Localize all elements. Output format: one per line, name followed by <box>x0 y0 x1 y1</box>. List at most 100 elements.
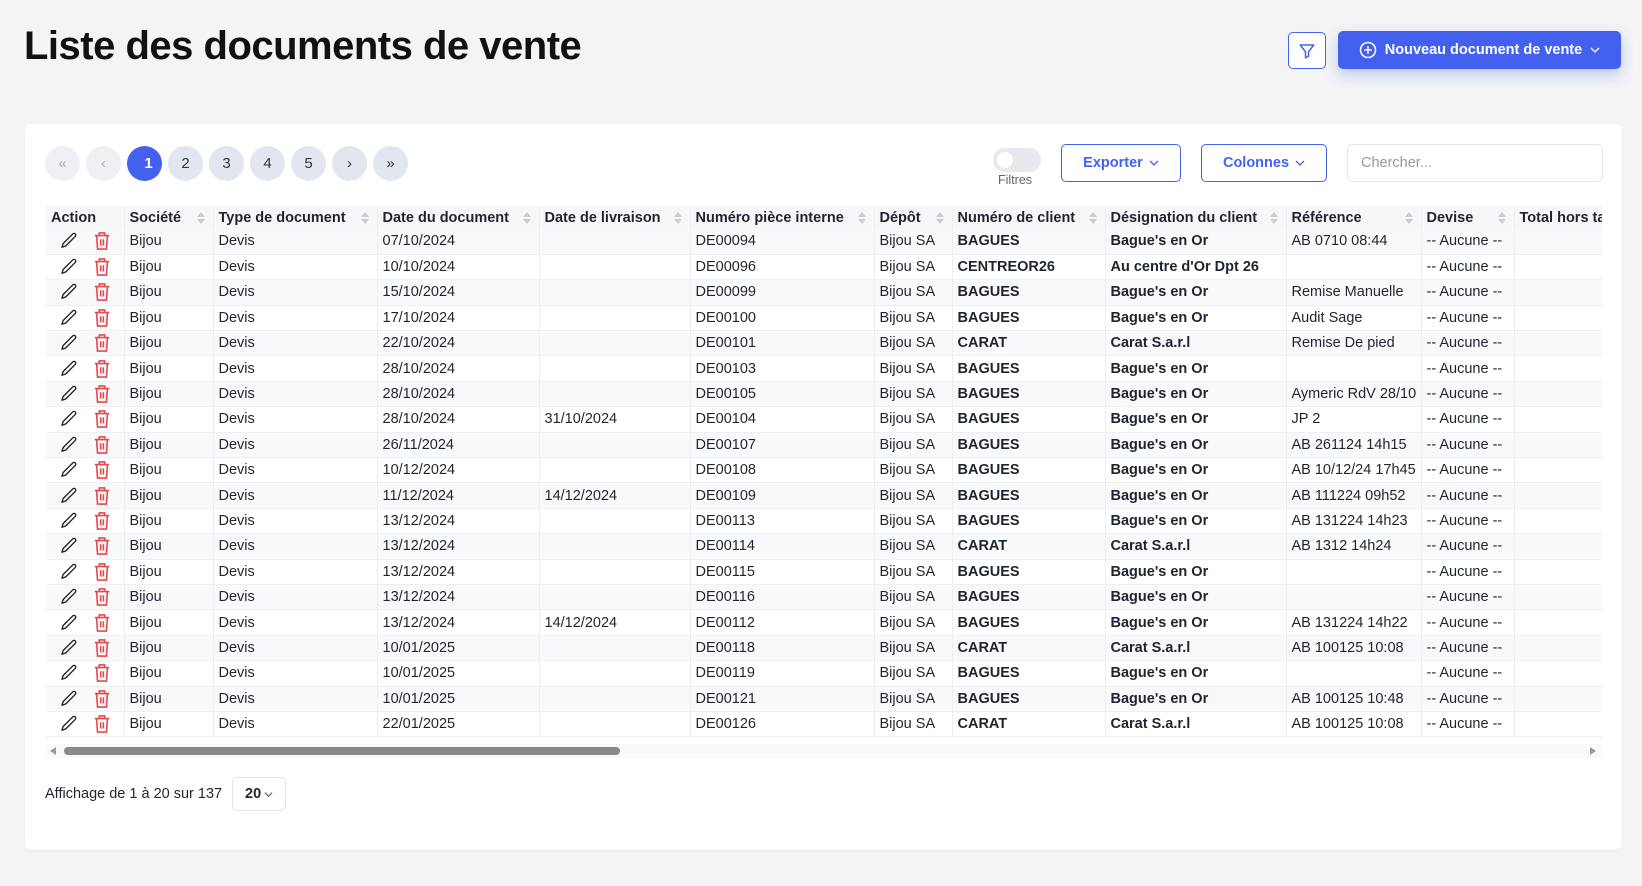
sort-icon[interactable] <box>857 212 866 224</box>
edit-icon[interactable] <box>59 613 79 633</box>
scrollbar-thumb[interactable] <box>64 747 620 755</box>
edit-icon[interactable] <box>59 257 79 277</box>
horizontal-scrollbar[interactable] <box>46 744 1602 758</box>
last-page-button[interactable]: » <box>373 146 408 181</box>
delete-icon[interactable] <box>93 231 111 251</box>
filters-toggle[interactable] <box>993 148 1041 172</box>
delete-icon[interactable] <box>93 486 111 506</box>
edit-icon[interactable] <box>59 435 79 455</box>
delete-icon[interactable] <box>93 460 111 480</box>
table-row[interactable]: Bijou Devis 28/10/2024 DE00103 Bijou SA BAGUE… <box>46 355 1602 382</box>
edit-icon[interactable] <box>59 511 79 531</box>
table-row[interactable]: Bijou Devis 10/10/2024 DE00096 Bijou SA CENTR… <box>46 254 1602 281</box>
delete-icon[interactable] <box>93 333 111 353</box>
edit-icon[interactable] <box>59 562 79 582</box>
column-header[interactable]: Total hors ta <box>1514 206 1602 229</box>
columns-button[interactable]: Colonnes <box>1201 144 1327 182</box>
table-row[interactable]: Bijou Devis 17/10/2024 DE00100 Bijou SA BAGUE… <box>46 305 1602 332</box>
sort-icon[interactable] <box>360 212 369 224</box>
delete-icon[interactable] <box>93 308 111 328</box>
delete-icon[interactable] <box>93 409 111 429</box>
table-row[interactable]: Bijou Devis 28/10/2024 DE00105 Bijou SA BAGUE… <box>46 381 1602 408</box>
sort-icon[interactable] <box>1088 212 1097 224</box>
delete-icon[interactable] <box>93 384 111 404</box>
prev-page-button[interactable]: ‹ <box>86 146 121 181</box>
edit-icon[interactable] <box>59 460 79 480</box>
edit-icon[interactable] <box>59 714 79 734</box>
table-row[interactable]: Bijou Devis 26/11/2024 DE00107 Bijou SA BAGUE… <box>46 432 1602 459</box>
edit-icon[interactable] <box>59 384 79 404</box>
edit-icon[interactable] <box>59 663 79 683</box>
table-row[interactable]: Bijou Devis 13/12/2024 DE00113 Bijou SA BAGUE… <box>46 508 1602 535</box>
search-input[interactable] <box>1347 144 1603 182</box>
table-row[interactable]: Bijou Devis 10/01/2025 DE00118 Bijou SA CARAT… <box>46 635 1602 662</box>
edit-icon[interactable] <box>59 282 79 302</box>
delete-icon[interactable] <box>93 638 111 658</box>
page-3-button[interactable]: 3 <box>209 146 244 181</box>
column-header[interactable]: Numéro de client <box>952 206 1106 229</box>
delete-icon[interactable] <box>93 511 111 531</box>
page-size-select[interactable]: 20 <box>232 777 287 811</box>
column-header[interactable]: Date du document <box>377 206 540 229</box>
sort-icon[interactable] <box>935 212 944 224</box>
column-header[interactable]: Société <box>124 206 214 229</box>
table-row[interactable]: Bijou Devis 13/12/2024 DE00116 Bijou SA BAGUE… <box>46 584 1602 611</box>
sort-icon[interactable] <box>196 212 205 224</box>
delete-icon[interactable] <box>93 257 111 277</box>
edit-icon[interactable] <box>59 536 79 556</box>
table-row[interactable]: Bijou Devis 22/01/2025 DE00126 Bijou SA CARAT… <box>46 711 1602 738</box>
edit-icon[interactable] <box>59 409 79 429</box>
delete-icon[interactable] <box>93 359 111 379</box>
table-row[interactable]: Bijou Devis 22/10/2024 DE00101 Bijou SA CARAT… <box>46 330 1602 357</box>
edit-icon[interactable] <box>59 587 79 607</box>
edit-icon[interactable] <box>59 308 79 328</box>
delete-icon[interactable] <box>93 435 111 455</box>
delete-icon[interactable] <box>93 536 111 556</box>
column-header[interactable]: Référence <box>1286 206 1422 229</box>
column-header[interactable]: Désignation du client <box>1105 206 1287 229</box>
table-row[interactable]: Bijou Devis 07/10/2024 DE00094 Bijou SA BAGUE… <box>46 229 1602 255</box>
delete-icon[interactable] <box>93 689 111 709</box>
column-header[interactable]: Devise <box>1421 206 1515 229</box>
new-sales-document-button[interactable]: Nouveau document de vente <box>1338 31 1621 69</box>
delete-icon[interactable] <box>93 613 111 633</box>
edit-icon[interactable] <box>59 333 79 353</box>
delete-icon[interactable] <box>93 663 111 683</box>
table-row[interactable]: Bijou Devis 15/10/2024 DE00099 Bijou SA BAGUE… <box>46 279 1602 306</box>
table-row[interactable]: Bijou Devis 13/12/2024 DE00114 Bijou SA CARAT… <box>46 533 1602 560</box>
first-page-button[interactable]: « <box>45 146 80 181</box>
sort-icon[interactable] <box>1269 212 1278 224</box>
edit-icon[interactable] <box>59 486 79 506</box>
sort-icon[interactable] <box>673 212 682 224</box>
table-row[interactable]: Bijou Devis 10/12/2024 DE00108 Bijou SA BAGUE… <box>46 457 1602 484</box>
edit-icon[interactable] <box>59 359 79 379</box>
edit-icon[interactable] <box>59 231 79 251</box>
sort-icon[interactable] <box>522 212 531 224</box>
column-header[interactable]: Dépôt <box>874 206 953 229</box>
table-row[interactable]: Bijou Devis 10/01/2025 DE00121 Bijou SA BAGUE… <box>46 686 1602 712</box>
column-header[interactable]: Type de document <box>213 206 378 229</box>
column-header[interactable]: Numéro pièce interne <box>690 206 875 229</box>
edit-icon[interactable] <box>59 638 79 658</box>
page-5-button[interactable]: 5 <box>291 146 326 181</box>
column-header[interactable]: Date de livraison <box>539 206 691 229</box>
filter-button[interactable] <box>1288 32 1326 69</box>
table-row[interactable]: Bijou Devis 13/12/2024 14/12/2024 DE00112 Bij… <box>46 609 1602 636</box>
scroll-left-icon[interactable] <box>50 747 56 755</box>
edit-icon[interactable] <box>59 689 79 709</box>
table-row[interactable]: Bijou Devis 28/10/2024 31/10/2024 DE00104 Bij… <box>46 406 1602 433</box>
delete-icon[interactable] <box>93 587 111 607</box>
scroll-right-icon[interactable] <box>1590 747 1596 755</box>
delete-icon[interactable] <box>93 714 111 734</box>
sort-icon[interactable] <box>1404 212 1413 224</box>
sort-icon[interactable] <box>1497 212 1506 224</box>
table-row[interactable]: Bijou Devis 10/01/2025 DE00119 Bijou SA BAGUE… <box>46 660 1602 687</box>
delete-icon[interactable] <box>93 282 111 302</box>
delete-icon[interactable] <box>93 562 111 582</box>
page-1-button[interactable]: 1 <box>127 146 162 181</box>
export-button[interactable]: Exporter <box>1061 144 1181 182</box>
page-2-button[interactable]: 2 <box>168 146 203 181</box>
next-page-button[interactable]: › <box>332 146 367 181</box>
table-row[interactable]: Bijou Devis 11/12/2024 14/12/2024 DE00109 Bij… <box>46 482 1602 509</box>
table-row[interactable]: Bijou Devis 13/12/2024 DE00115 Bijou SA BAGUE… <box>46 559 1602 585</box>
